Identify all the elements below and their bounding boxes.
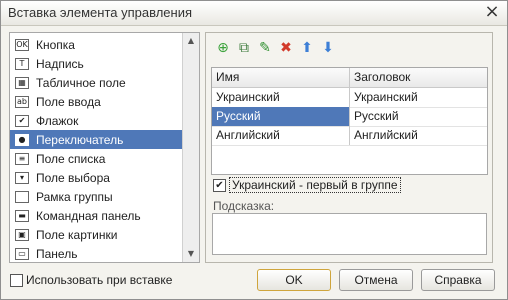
items-grid[interactable]: Имя Заголовок Украинский Украинский Русски… (211, 67, 488, 175)
list-item-label: Флажок (36, 113, 79, 128)
delete-icon[interactable]: ✖ (277, 39, 295, 57)
properties-panel: ⊕ ⧉ ✎ ✖ ⬆ ⬇ Имя Заголовок Украинский Украински… (205, 32, 493, 263)
list-item[interactable]: ● Переключатель (10, 130, 182, 149)
check-icon[interactable]: ✔ (213, 178, 226, 192)
listbox-icon: ≡ (15, 152, 29, 165)
first-in-group-checkbox[interactable]: ✔ Украинский - первый в группе (213, 177, 401, 193)
table-row[interactable]: Украинский Украинский (212, 88, 487, 108)
label-icon: T (15, 57, 29, 70)
use-on-insert-checkbox[interactable]: Использовать при вставке (10, 273, 172, 287)
radio-icon: ● (15, 133, 29, 146)
hint-label: Подсказка: (213, 199, 275, 213)
button-icon: OK (15, 38, 29, 51)
list-item-label: Поле картинки (36, 227, 118, 242)
input-field-icon: ab (15, 95, 29, 108)
insert-control-dialog: Вставка элемента управления × ▲ ▼ OK Кноп… (0, 0, 508, 300)
use-on-insert-label: Использовать при вставке (26, 273, 173, 287)
list-item[interactable]: ab Поле ввода (10, 92, 182, 111)
list-item[interactable]: T Надпись (10, 54, 182, 73)
table-icon: ▦ (15, 76, 29, 89)
table-row[interactable]: Русский Русский (212, 107, 487, 127)
list-scrollbar[interactable]: ▲ ▼ (182, 33, 199, 262)
panel-icon: ▭ (15, 247, 29, 260)
hint-input[interactable] (212, 213, 487, 255)
name-cell[interactable]: Английский (212, 126, 350, 145)
combobox-icon: ▾ (15, 171, 29, 184)
copy-icon[interactable]: ⧉ (235, 39, 253, 57)
title-cell[interactable]: Украинский (350, 88, 487, 107)
move-up-icon[interactable]: ⬆ (298, 39, 316, 57)
move-down-icon[interactable]: ⬇ (319, 39, 337, 57)
list-item-label: Рамка группы (36, 189, 113, 204)
list-item-label: Поле ввода (36, 94, 101, 109)
list-item-label: Кнопка (36, 37, 75, 52)
dialog-title: Вставка элемента управления (8, 5, 192, 20)
scroll-down-icon[interactable]: ▼ (183, 246, 199, 262)
list-item-label: Поле списка (36, 151, 106, 166)
list-item[interactable]: ✔ Флажок (10, 111, 182, 130)
title-bar: Вставка элемента управления × (1, 1, 507, 26)
list-item[interactable]: OK Кнопка (10, 35, 182, 54)
name-cell[interactable]: Украинский (212, 88, 350, 107)
list-item[interactable]: ▣ Поле картинки (10, 225, 182, 244)
title-cell[interactable]: Русский (350, 107, 487, 126)
column-header-name[interactable]: Имя (212, 68, 350, 87)
cancel-button[interactable]: Отмена (339, 269, 413, 291)
command-bar-icon: ▬ (15, 209, 29, 222)
picture-icon: ▣ (15, 228, 29, 241)
list-item-label: Поле выбора (36, 170, 110, 185)
list-item[interactable]: ▭ Панель (10, 244, 182, 262)
table-row[interactable]: Английский Английский (212, 126, 487, 146)
group-frame-icon (15, 190, 29, 203)
control-type-list[interactable]: ▲ ▼ OK Кнопка T Надпись ▦ Табличное поле ab Пол… (9, 32, 200, 263)
list-item[interactable]: ▬ Командная панель (10, 206, 182, 225)
edit-icon[interactable]: ✎ (256, 39, 274, 57)
add-icon[interactable]: ⊕ (214, 39, 232, 57)
checkbox-icon: ✔ (15, 114, 29, 127)
list-item-label: Переключатель (36, 132, 124, 147)
help-button[interactable]: Справка (421, 269, 495, 291)
use-on-insert-box[interactable] (10, 273, 23, 287)
scroll-up-icon[interactable]: ▲ (183, 33, 199, 49)
list-item-label: Табличное поле (36, 75, 126, 90)
close-icon[interactable]: × (483, 3, 501, 21)
list-item-label: Панель (36, 246, 78, 261)
first-in-group-label: Украинский - первый в группе (229, 177, 401, 193)
column-header-title[interactable]: Заголовок (350, 68, 487, 87)
grid-toolbar: ⊕ ⧉ ✎ ✖ ⬆ ⬇ (214, 39, 340, 59)
list-item[interactable]: ≡ Поле списка (10, 149, 182, 168)
list-item[interactable]: ▾ Поле выбора (10, 168, 182, 187)
ok-button[interactable]: OK (257, 269, 331, 291)
list-item[interactable]: Рамка группы (10, 187, 182, 206)
list-item-label: Надпись (36, 56, 84, 71)
grid-header: Имя Заголовок (212, 68, 487, 88)
name-cell[interactable]: Русский (212, 107, 350, 126)
title-cell[interactable]: Английский (350, 126, 487, 145)
list-item-label: Командная панель (36, 208, 141, 223)
list-item[interactable]: ▦ Табличное поле (10, 73, 182, 92)
